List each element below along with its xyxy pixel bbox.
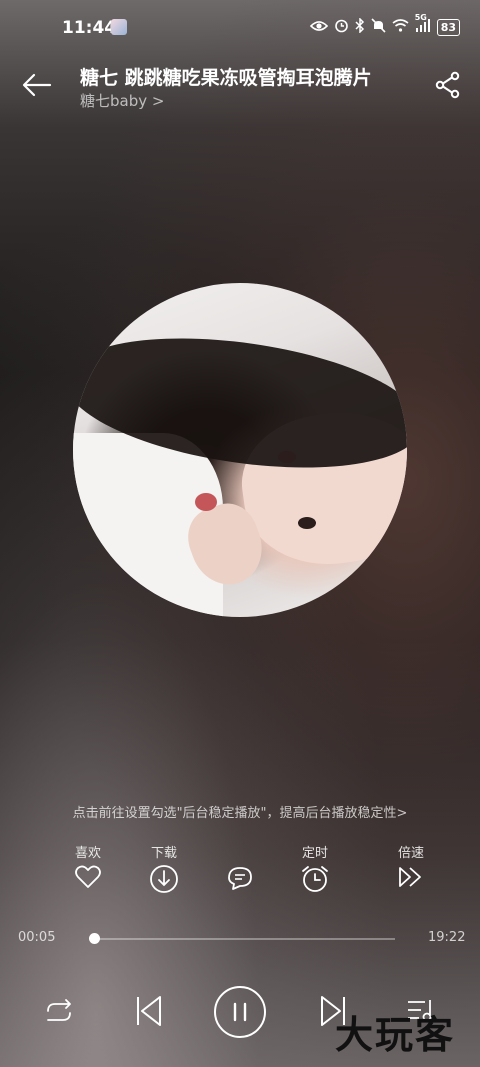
like-button[interactable]: 喜欢 (58, 842, 118, 890)
artist-link[interactable]: 糖七baby > (80, 90, 164, 111)
bluetooth-icon (355, 17, 365, 37)
previous-icon (137, 996, 161, 1026)
notification-app-icon (111, 19, 127, 35)
pause-icon (214, 986, 266, 1038)
background-playback-notice[interactable]: 点击前往设置勾选"后台稳定播放"，提高后台播放稳定性> (0, 802, 480, 821)
like-label: 喜欢 (74, 846, 101, 861)
network-type: 5G (414, 13, 427, 22)
previous-button[interactable] (134, 994, 166, 1032)
song-title: 糖七 跳跳糖吃果冻吸管掏耳泡腾片 (80, 67, 372, 89)
heart-icon (75, 865, 101, 888)
total-time: 19:22 (428, 930, 466, 945)
repeat-button[interactable] (42, 997, 76, 1031)
status-bar: 11:44 5G 83 (0, 0, 480, 58)
back-button[interactable] (20, 68, 54, 102)
timer-button[interactable]: 定时 (285, 842, 345, 894)
arrow-left-icon (22, 73, 52, 97)
alarm-status-icon (334, 18, 349, 37)
signal-icon: 5G (415, 13, 431, 36)
share-button[interactable] (434, 71, 462, 99)
status-icons: 5G 83 (309, 13, 460, 37)
comment-button[interactable] (210, 842, 270, 892)
timer-label: 定时 (301, 846, 328, 861)
share-icon (435, 71, 460, 99)
download-icon (150, 865, 178, 893)
cover-art-shape (195, 493, 217, 511)
alarm-icon (302, 866, 328, 892)
album-cover[interactable] (73, 283, 407, 617)
eye-icon (309, 20, 328, 36)
cover-art-shape (278, 451, 296, 463)
wifi-icon (392, 19, 409, 36)
speed-icon (399, 867, 421, 887)
watermark-text: 大玩客 (335, 1012, 456, 1057)
speed-button[interactable]: 倍速 (381, 842, 441, 890)
comment-label (210, 842, 270, 860)
cover-art-shape (298, 517, 316, 529)
battery-indicator: 83 (436, 19, 460, 36)
comment-icon (228, 867, 252, 890)
status-time: 11:44 (62, 18, 117, 38)
speed-label: 倍速 (397, 846, 424, 861)
download-label: 下载 (150, 846, 177, 861)
current-time: 00:05 (18, 930, 56, 945)
progress-knob[interactable] (88, 933, 100, 944)
pause-button[interactable] (213, 985, 267, 1043)
action-row: 喜欢 下载 定时 倍速 (0, 842, 480, 898)
download-button[interactable]: 下载 (134, 842, 194, 894)
repeat-icon (47, 999, 71, 1021)
mute-icon (371, 18, 386, 37)
progress-track[interactable] (93, 938, 395, 940)
